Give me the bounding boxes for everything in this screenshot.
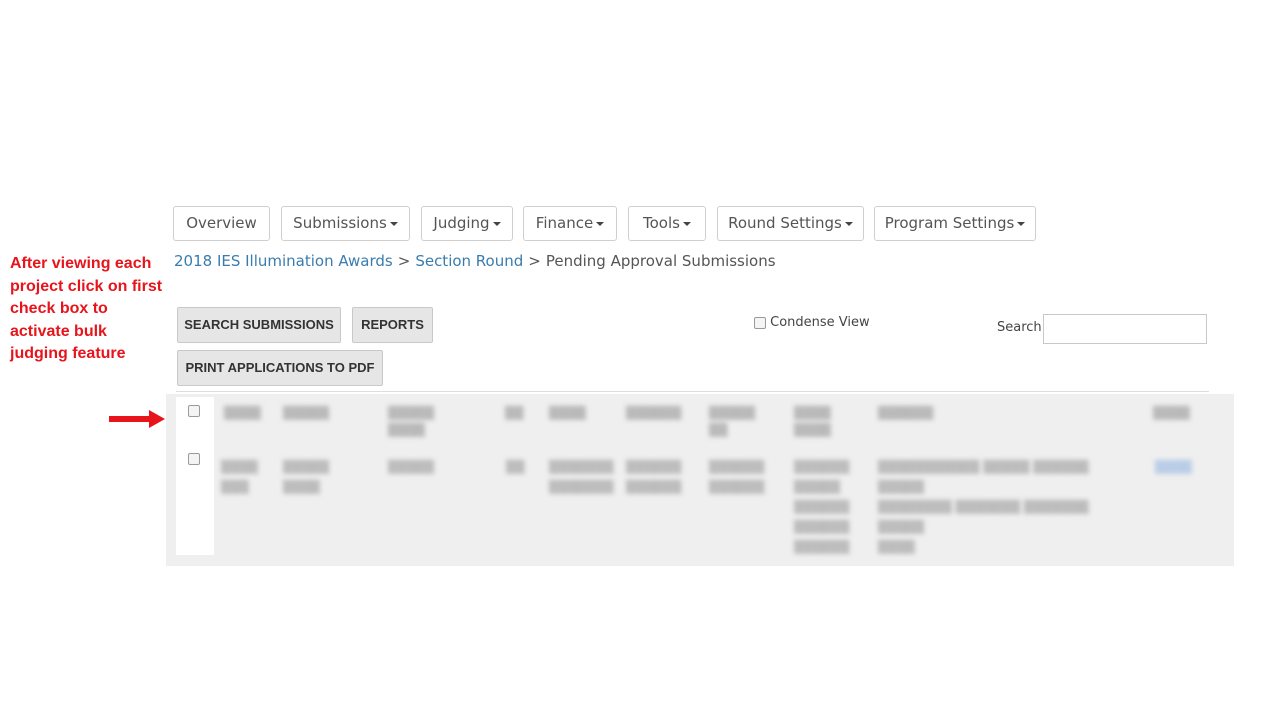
condense-view-toggle[interactable]: Condense View bbox=[754, 315, 870, 330]
column-header: ▒▒▒▒▒ bbox=[283, 406, 330, 420]
divider bbox=[176, 391, 1209, 392]
breadcrumb-round-link[interactable]: Section Round bbox=[415, 252, 523, 270]
condense-view-label: Condense View bbox=[770, 315, 870, 330]
annotation-line: check box to bbox=[10, 300, 108, 317]
nav-submissions-label: Submissions bbox=[293, 214, 387, 232]
column-header: ▒▒ bbox=[505, 406, 524, 420]
column-header: ▒▒▒▒ bbox=[224, 406, 261, 420]
caret-down-icon bbox=[389, 221, 398, 226]
annotation-line: activate bulk bbox=[10, 322, 107, 340]
breadcrumb-separator: > bbox=[397, 252, 411, 270]
table-cell: ▒▒▒▒▒▒ ▒▒▒▒▒ ▒▒▒▒▒▒ ▒▒▒▒▒▒ ▒▒▒▒▒▒ bbox=[794, 460, 850, 554]
caret-down-icon bbox=[1017, 221, 1026, 226]
table-cell: ▒▒▒▒▒▒▒▒▒▒▒ ▒▒▒▒▒ ▒▒▒▒▒▒ ▒▒▒▒▒ ▒▒▒▒▒▒▒▒ ▒… bbox=[878, 460, 1089, 554]
caret-down-icon bbox=[844, 221, 853, 226]
condense-view-checkbox[interactable] bbox=[754, 316, 766, 329]
table-cell: ▒▒▒▒▒ ▒▒▒▒ bbox=[283, 460, 330, 494]
checkbox-column bbox=[176, 397, 214, 555]
nav-tools-label: Tools bbox=[643, 214, 680, 232]
table-cell: ▒▒▒▒▒▒▒ ▒▒▒▒▒▒▒ bbox=[549, 460, 614, 494]
column-header: ▒▒▒▒▒ ▒▒▒▒ bbox=[388, 406, 435, 437]
column-header: ▒▒▒▒ bbox=[1153, 406, 1190, 420]
nav-round-settings-dropdown[interactable]: Round Settings bbox=[717, 206, 864, 241]
column-header: ▒▒▒▒▒▒ bbox=[626, 406, 682, 420]
search-submissions-button[interactable]: SEARCH SUBMISSIONS bbox=[177, 307, 341, 343]
nav-judging-dropdown[interactable]: Judging bbox=[421, 206, 513, 241]
nav-submissions-dropdown[interactable]: Submissions bbox=[281, 206, 410, 241]
table-cell: ▒▒▒▒▒ bbox=[388, 460, 435, 474]
annotation-note: After viewing each project click on firs… bbox=[10, 253, 175, 366]
nav-program-settings-label: Program Settings bbox=[884, 214, 1015, 232]
nav-finance-label: Finance bbox=[535, 214, 594, 232]
breadcrumb-program-link[interactable]: 2018 IES Illumination Awards bbox=[174, 252, 393, 270]
select-all-checkbox[interactable] bbox=[188, 405, 200, 417]
annotation-line: judging feature bbox=[10, 345, 126, 362]
print-pdf-button[interactable]: PRINT APPLICATIONS TO PDF bbox=[177, 350, 383, 386]
caret-down-icon bbox=[492, 221, 501, 226]
table-cell: ▒▒▒▒▒▒ ▒▒▒▒▒▒ bbox=[709, 460, 765, 494]
nav-finance-dropdown[interactable]: Finance bbox=[523, 206, 617, 241]
caret-down-icon bbox=[682, 221, 691, 226]
column-header: ▒▒▒▒▒ ▒▒ bbox=[709, 406, 756, 437]
search-label: Search: bbox=[997, 320, 1047, 335]
table-cell: ▒▒ bbox=[506, 460, 525, 474]
annotation-arrow-icon bbox=[109, 410, 165, 428]
nav-tools-dropdown[interactable]: Tools bbox=[628, 206, 706, 241]
annotation-line: After viewing each bbox=[10, 255, 152, 272]
nav-round-settings-label: Round Settings bbox=[728, 214, 842, 232]
table-cell-link[interactable]: ▒▒▒▒ bbox=[1155, 457, 1195, 477]
nav-judging-label: Judging bbox=[433, 214, 490, 232]
search-input[interactable] bbox=[1043, 314, 1207, 344]
nav-overview-button[interactable]: Overview bbox=[173, 206, 270, 241]
nav-program-settings-dropdown[interactable]: Program Settings bbox=[874, 206, 1036, 241]
table-cell: ▒▒▒▒▒▒ ▒▒▒▒▒▒ bbox=[626, 460, 682, 494]
table-cell: ▒▒▒▒ ▒▒▒ bbox=[221, 460, 258, 494]
column-header: ▒▒▒▒▒▒ bbox=[878, 406, 934, 420]
breadcrumb: 2018 IES Illumination Awards > Section Rou… bbox=[174, 252, 776, 270]
row-checkbox[interactable] bbox=[188, 453, 200, 465]
annotation-line: project click on first bbox=[10, 277, 163, 295]
column-header: ▒▒▒▒ ▒▒▒▒ bbox=[794, 406, 831, 437]
breadcrumb-current: Pending Approval Submissions bbox=[545, 252, 776, 270]
caret-down-icon bbox=[596, 221, 605, 226]
breadcrumb-separator: > bbox=[528, 252, 541, 270]
reports-button[interactable]: REPORTS bbox=[352, 307, 433, 343]
nav-overview-label: Overview bbox=[186, 214, 257, 232]
column-header: ▒▒▒▒ bbox=[549, 406, 586, 420]
